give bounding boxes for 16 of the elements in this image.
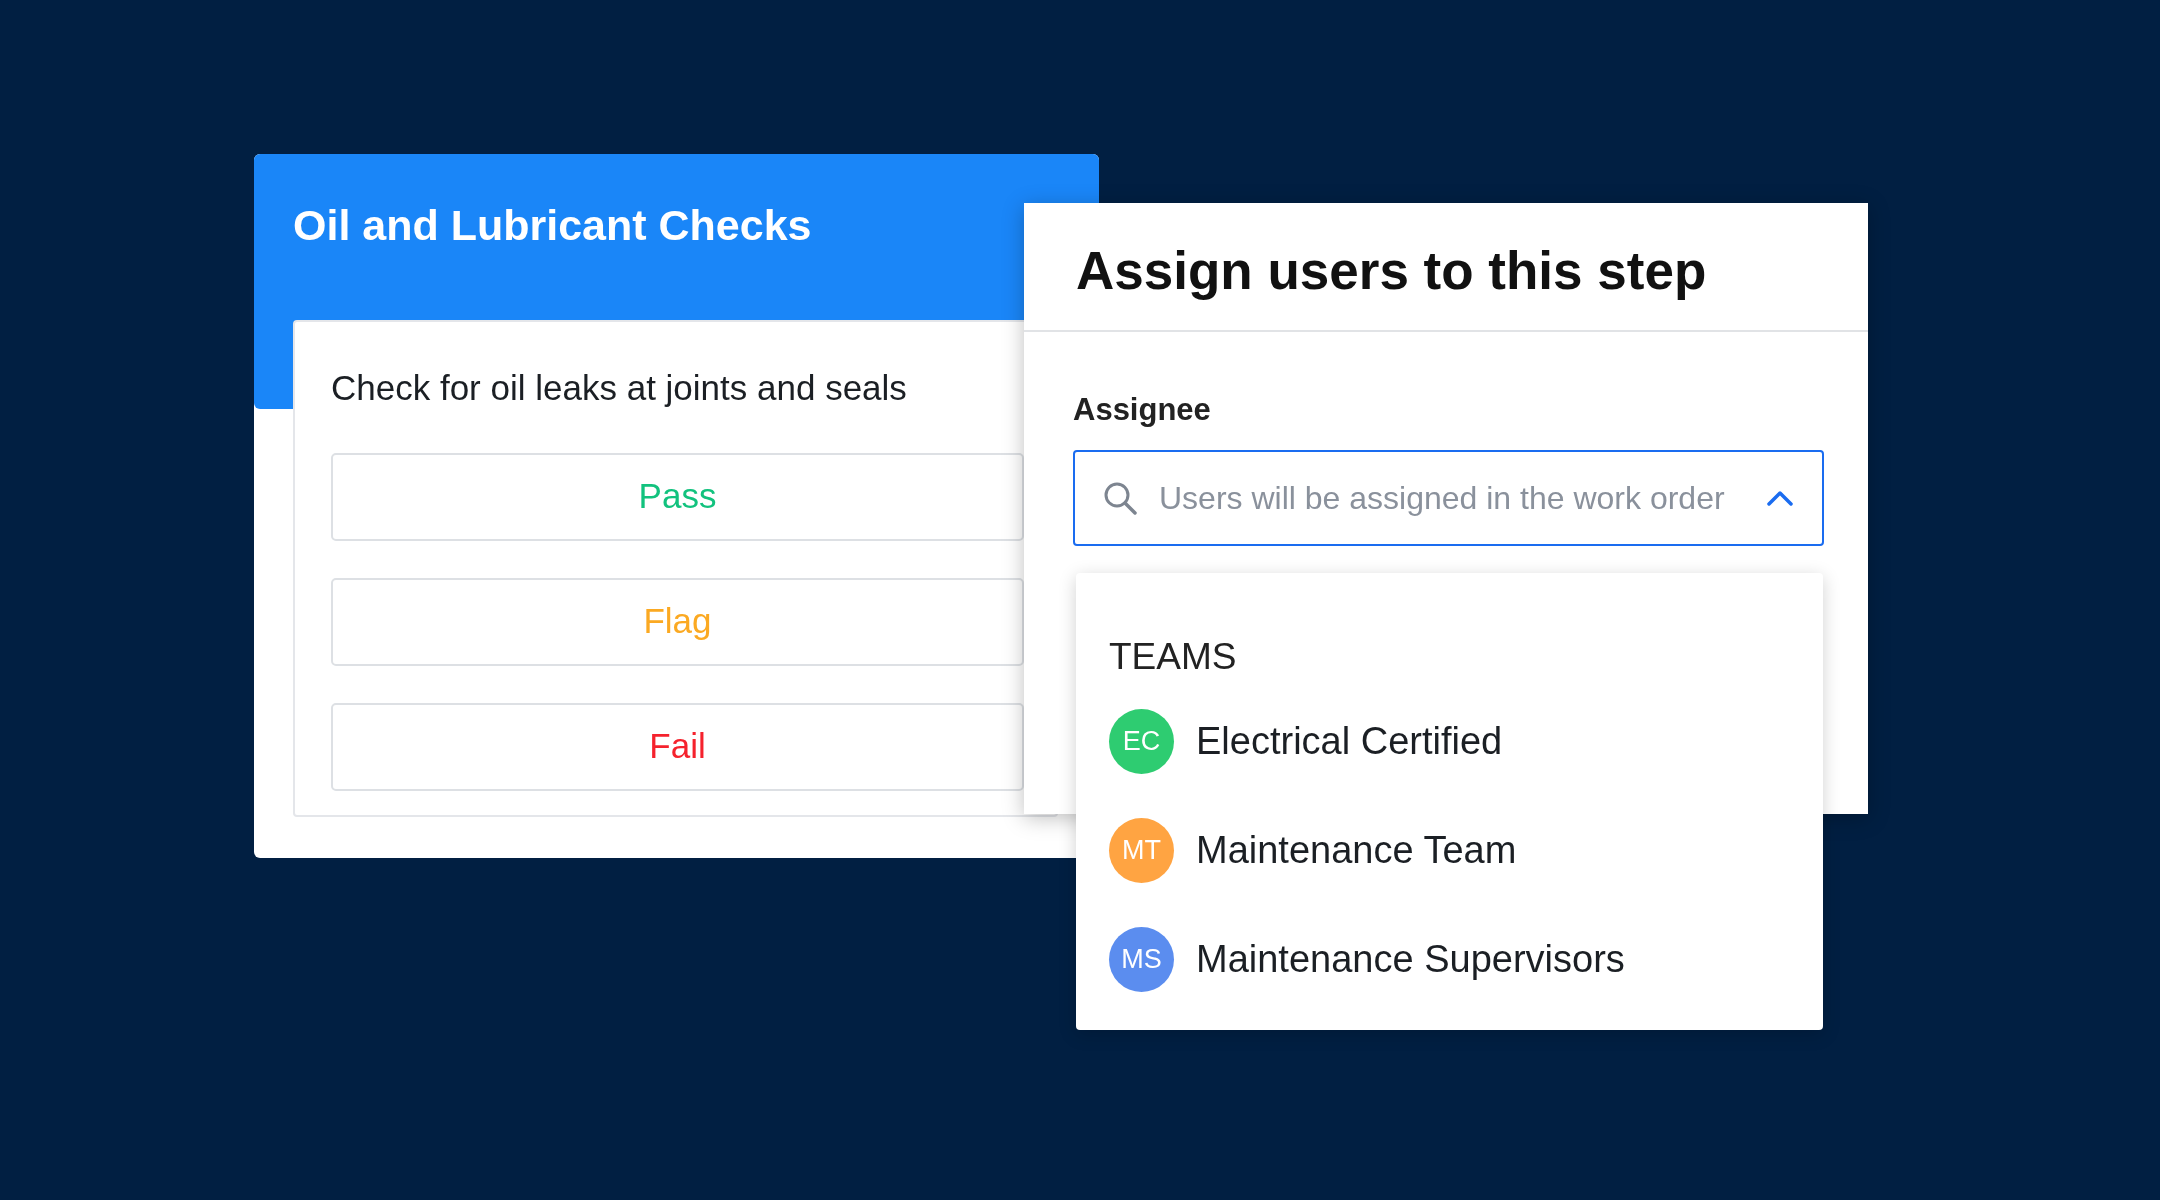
card-title: Oil and Lubricant Checks: [293, 200, 812, 251]
team-name[interactable]: Electrical Certified: [1196, 712, 1503, 770]
checklist-question: Check for oil leaks at joints and seals: [331, 367, 908, 409]
field-label: Assignee: [1073, 391, 1211, 429]
team-avatar: EC: [1109, 708, 1174, 774]
team-name[interactable]: Maintenance Supervisors: [1196, 930, 1625, 988]
answer-option-button[interactable]: Pass: [331, 452, 1024, 541]
team-avatar: MS: [1109, 926, 1174, 992]
team-name[interactable]: Maintenance Team: [1196, 821, 1517, 879]
assignee-select-field[interactable]: Users will be assigned in the work order: [1073, 450, 1824, 546]
team-avatar: MT: [1109, 817, 1174, 883]
section-heading: TEAMS: [1109, 635, 1238, 679]
answer-option-button[interactable]: Fail: [331, 702, 1024, 791]
panel-title: Assign users to this step: [1076, 240, 1708, 302]
placeholder-text: Users will be assigned in the work order: [1159, 479, 1726, 518]
search-icon: [1103, 481, 1137, 515]
